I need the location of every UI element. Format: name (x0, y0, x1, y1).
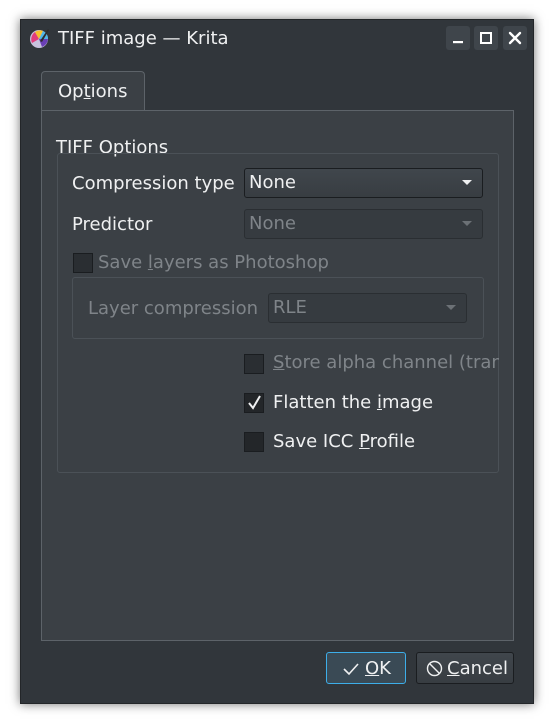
title-bar: TIFF image — Krita (21, 20, 533, 58)
save-icc-checkbox[interactable] (244, 432, 264, 452)
flatten-image-label: Flatten the image (273, 392, 434, 413)
save-layers-checkbox[interactable] (73, 253, 93, 273)
predictor-combo[interactable]: None (244, 209, 483, 239)
window-title: TIFF image — Krita (58, 28, 229, 49)
store-alpha-checkbox[interactable] (244, 354, 264, 374)
tab-options-label: Options (58, 81, 128, 102)
close-button[interactable] (503, 26, 527, 50)
layer-compression-value: RLE (273, 297, 307, 318)
krita-logo-icon (30, 29, 49, 48)
cancel-circle-icon (426, 660, 443, 677)
flatten-image-checkbox[interactable] (244, 393, 264, 413)
layer-compression-combo[interactable]: RLE (268, 293, 467, 323)
checkmark-icon (248, 395, 261, 410)
tab-options[interactable]: Options (41, 71, 145, 111)
maximize-icon (480, 32, 492, 44)
chevron-down-icon (446, 305, 456, 310)
maximize-button[interactable] (474, 26, 498, 50)
save-layers-label: Save layers as Photoshop (98, 252, 329, 273)
layer-compression-label: Layer compression (88, 298, 259, 319)
close-icon (508, 31, 522, 45)
cancel-button[interactable]: Cancel (416, 652, 514, 684)
ok-label: OK (365, 658, 391, 679)
predictor-label: Predictor (72, 214, 153, 235)
compression-type-label: Compression type (72, 173, 235, 194)
compression-type-combo[interactable]: None (244, 168, 483, 198)
predictor-value: None (249, 213, 296, 234)
store-alpha-label: Store alpha channel (tran (273, 352, 499, 373)
compression-type-value: None (249, 172, 296, 193)
ok-button[interactable]: OK (326, 652, 406, 684)
checkmark-icon (343, 663, 359, 676)
cancel-label: Cancel (447, 658, 508, 679)
minimize-button[interactable] (446, 26, 470, 50)
chevron-down-icon (462, 180, 472, 185)
store-alpha-clip: Store alpha channel (tran (273, 352, 499, 380)
options-panel: TIFF Options Compression type None Predi… (41, 110, 514, 641)
minimize-icon (453, 41, 463, 44)
save-icc-label: Save ICC Profile (273, 431, 416, 452)
chevron-down-icon (462, 221, 472, 226)
dialog-window: TIFF image — Krita Options TIFF Options … (20, 19, 534, 704)
